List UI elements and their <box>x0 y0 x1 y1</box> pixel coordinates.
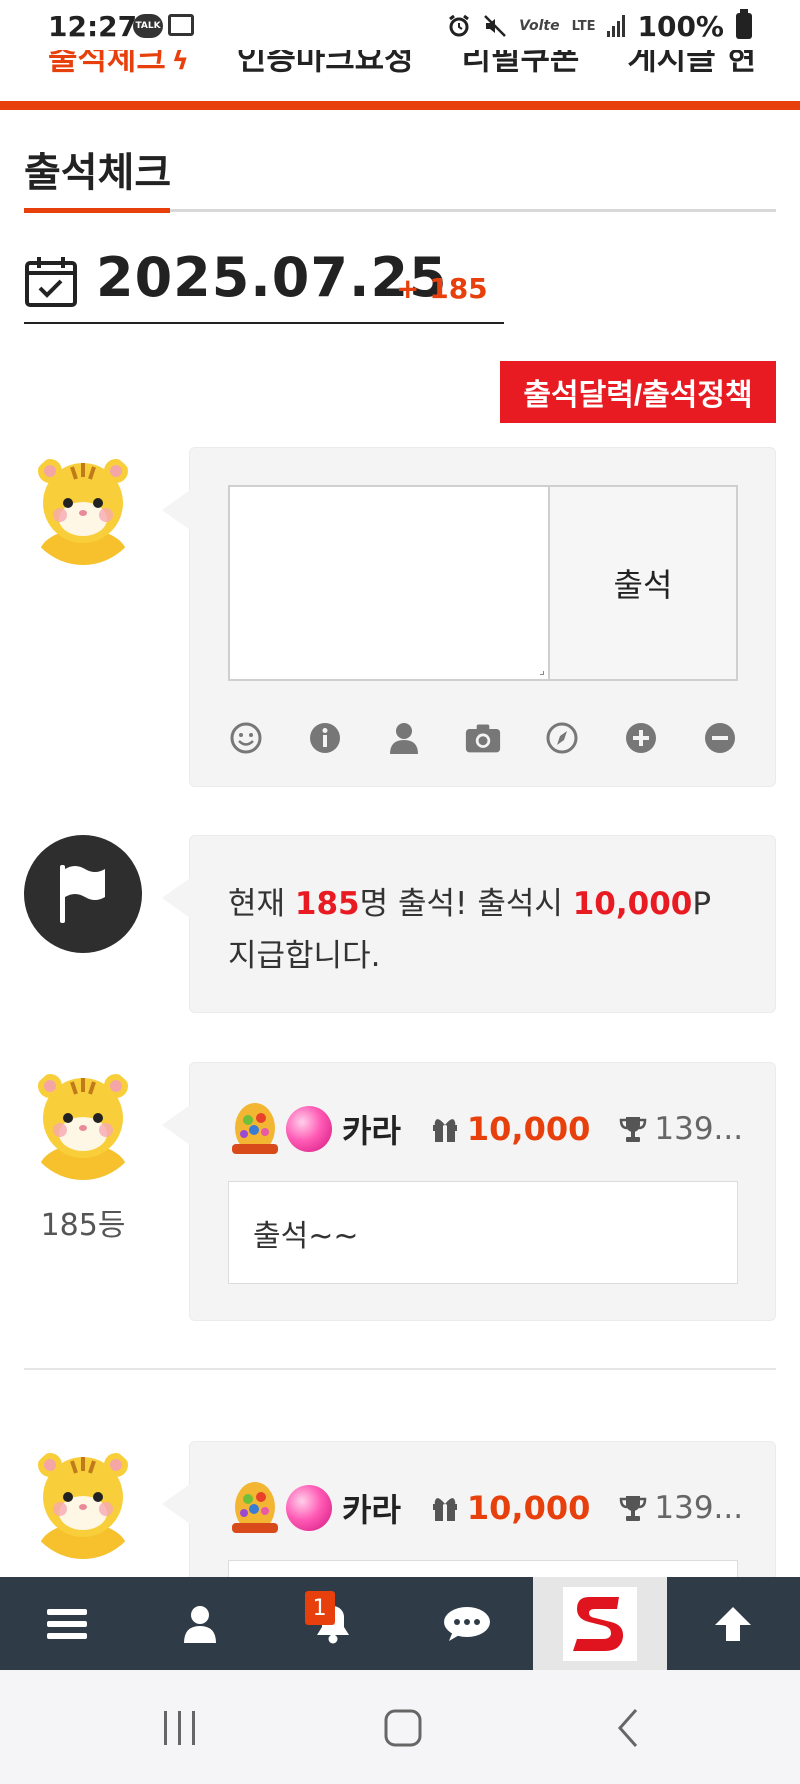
trophy-icon <box>620 1496 647 1521</box>
entry-points: 10,000 <box>466 1110 591 1148</box>
info-reward-points: 10,000 <box>572 886 693 922</box>
site-logo-button[interactable] <box>533 1577 667 1670</box>
gift-icon <box>432 1498 457 1521</box>
info-prefix: 현재 <box>228 886 295 922</box>
back-button[interactable] <box>598 1706 658 1750</box>
composer-toolbar <box>228 718 738 758</box>
resize-grip[interactable] <box>540 671 544 675</box>
attendance-composer: 출석 <box>162 447 776 787</box>
attendance-comment-textarea[interactable] <box>228 485 548 681</box>
entry-header: 카라 10,000 139... <box>228 1099 748 1159</box>
bottom-app-bar: 1 <box>0 1577 800 1670</box>
profile-button[interactable] <box>133 1577 266 1670</box>
alarm-icon <box>449 14 470 37</box>
entry-header: 카라 10,000 139... <box>228 1478 748 1538</box>
flag-icon <box>60 865 105 923</box>
site-logo-icon <box>562 1586 637 1661</box>
kakaotalk-icon: TALK <box>133 14 163 38</box>
calendar-check-icon <box>25 257 77 307</box>
arrow-up-icon <box>715 1606 752 1641</box>
mute-icon <box>484 15 507 37</box>
info-mid: 명 출석! 출석시 <box>359 886 573 922</box>
nav-underline <box>0 101 800 110</box>
plus-circle-icon[interactable] <box>623 720 659 756</box>
gift-icon <box>432 1119 457 1142</box>
recent-apps-button[interactable] <box>150 1706 210 1750</box>
attend-submit-button[interactable]: 출석 <box>548 485 738 681</box>
level-egg-badge-icon <box>232 1103 278 1154</box>
notification-count-badge: 1 <box>304 1591 335 1625</box>
back-icon <box>617 1709 638 1747</box>
avatar[interactable] <box>24 1441 142 1559</box>
attendance-calendar-policy-button[interactable]: 출석달력/출석정책 <box>500 361 776 423</box>
chat-icon <box>443 1606 490 1641</box>
attendance-count-delta: + 185 <box>396 272 488 305</box>
camera-icon[interactable] <box>465 720 501 756</box>
volte-label: Volte <box>519 18 560 34</box>
title-divider-accent <box>24 208 170 213</box>
page-title: 출석체크 <box>24 150 172 196</box>
scroll-top-button[interactable] <box>667 1577 800 1670</box>
attendance-entry: 카라 10,000 139... 출석~~ <box>162 1062 776 1321</box>
pink-ball-badge-icon <box>286 1106 332 1152</box>
entry-score: 139... <box>654 1490 744 1526</box>
info-icon[interactable] <box>307 720 343 756</box>
menu-button[interactable] <box>0 1577 133 1670</box>
rank-label: 185등 <box>40 1208 126 1243</box>
system-nav-bar <box>0 1670 800 1784</box>
flag-avatar <box>24 835 142 953</box>
chat-button[interactable] <box>400 1577 533 1670</box>
lte-label: LTE <box>571 18 596 34</box>
battery-icon <box>736 9 752 39</box>
home-icon <box>384 1709 422 1747</box>
entry-score: 139... <box>654 1111 744 1147</box>
battery-percent: 100% <box>637 9 724 43</box>
status-bar: 12:27 TALK Volte LTE 100% <box>0 0 800 50</box>
level-egg-badge-icon <box>232 1482 278 1533</box>
user-icon[interactable] <box>386 720 422 756</box>
tiger-avatar-image <box>24 1441 142 1559</box>
signal-icon <box>607 15 626 37</box>
attendance-info-text: 현재 185명 출석! 출석시 10,000P 지급합니다. <box>228 878 738 982</box>
status-right: Volte LTE 100% <box>447 9 752 43</box>
notifications-button[interactable]: 1 <box>267 1577 400 1670</box>
menu-icon <box>46 1608 87 1639</box>
tiger-avatar-image <box>24 447 142 565</box>
entry-comment: 출석~~ <box>228 1181 738 1284</box>
entry-divider <box>24 1368 776 1370</box>
calendar-notification-icon <box>168 14 194 36</box>
compass-icon[interactable] <box>544 720 580 756</box>
attendance-info-bubble: 현재 185명 출석! 출석시 10,000P 지급합니다. <box>162 835 776 1013</box>
tiger-avatar-image <box>24 1062 142 1180</box>
home-button[interactable] <box>373 1706 433 1750</box>
entry-username[interactable]: 카라 <box>342 1106 401 1152</box>
info-attendee-count: 185 <box>294 886 360 922</box>
lightning-icon: ϟ <box>171 46 189 76</box>
status-time: 12:27 <box>48 10 138 43</box>
attendance-date: 2025.07.25 <box>96 246 448 309</box>
avatar <box>24 447 142 565</box>
entry-username[interactable]: 카라 <box>342 1485 401 1531</box>
date-row: 2025.07.25 + 185 <box>24 246 504 324</box>
avatar[interactable] <box>24 1062 142 1180</box>
minus-circle-icon[interactable] <box>702 720 738 756</box>
smile-icon[interactable] <box>228 720 264 756</box>
pink-ball-badge-icon <box>286 1485 332 1531</box>
user-icon <box>183 1605 216 1643</box>
recent-apps-icon <box>164 1711 195 1745</box>
entry-points: 10,000 <box>466 1489 591 1527</box>
trophy-icon <box>620 1117 647 1142</box>
